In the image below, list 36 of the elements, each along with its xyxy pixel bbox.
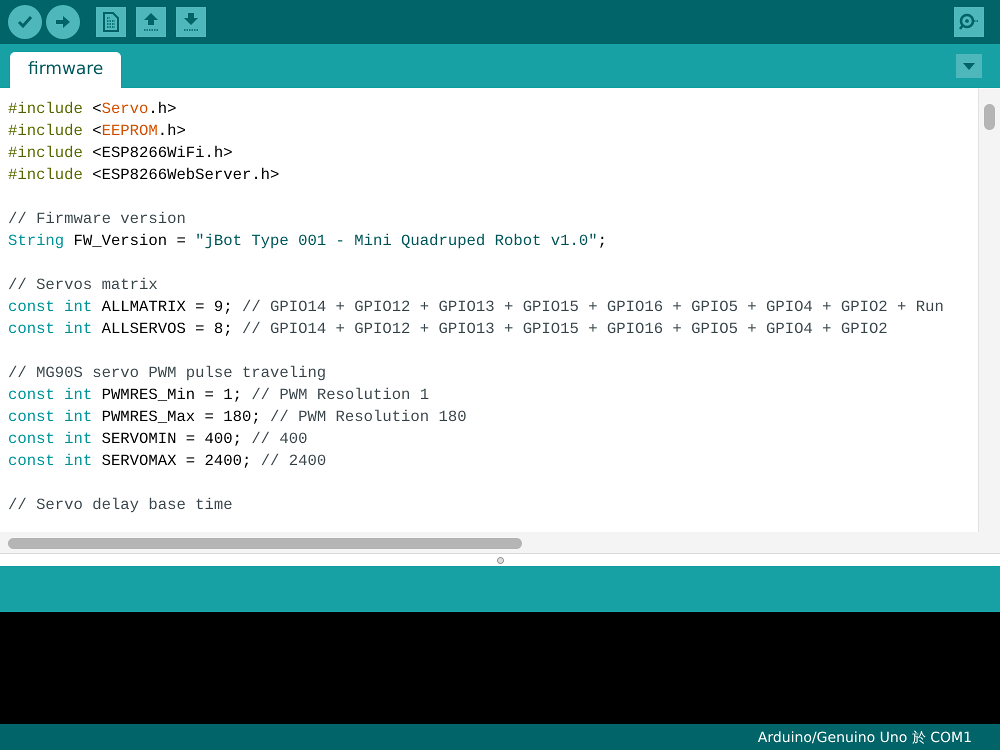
verify-button[interactable] [8, 5, 42, 39]
code-line: const int SERVOMIN = 400; // 400 [8, 429, 308, 450]
tab[interactable]: firmware [10, 52, 122, 88]
code-line: #include <ESP8266WiFi.h> [8, 143, 234, 164]
down-arrow-icon [182, 12, 200, 32]
code-line: // Servo delay base time [8, 495, 234, 516]
magnifier-icon [958, 12, 980, 32]
code-line: const int ALLMATRIX = 9; // GPIO14 + GPIO12 + GPIO13 + GPIO15 + GPIO16 + GPIO5 + GPIO4 + GPIO2 + Run [8, 297, 945, 318]
scrollbar-thumb[interactable] [984, 104, 995, 130]
save-button[interactable] [176, 7, 206, 37]
document-icon [103, 12, 119, 32]
code-line: const int ALLSERVOS = 8; // GPIO14 + GPIO12 + GPIO13 + GPIO15 + GPIO16 + GPIO5 + GPIO4 + GPIO2 [8, 319, 889, 340]
upload-button[interactable] [46, 5, 80, 39]
caret-icon [963, 62, 975, 70]
code-line: #include <Servo.h> [8, 99, 178, 120]
code-line: const int PWMRES_Min = 1; // PWM Resolution 1 [8, 385, 430, 406]
code-line: #include <ESP8266WebServer.h> [8, 165, 280, 186]
up-arrow-icon [142, 12, 160, 32]
horizontal-scrollbar[interactable] [0, 532, 1000, 554]
board-port-label: Arduino/Genuino Uno 於 COM1 [758, 728, 972, 748]
code-line: const int SERVOMAX = 2400; // 2400 [8, 451, 328, 472]
tab-menu-button[interactable] [956, 54, 982, 78]
new-button[interactable] [96, 7, 126, 37]
check-icon [17, 15, 33, 29]
code-line: // Firmware version [8, 209, 187, 230]
serial-monitor-button[interactable] [954, 7, 984, 37]
code-line: const int PWMRES_Max = 180; // PWM Resolution 180 [8, 407, 468, 428]
vertical-scrollbar[interactable] [978, 88, 1000, 532]
code-line: // Servos matrix [8, 275, 159, 296]
code-line: #include <EEPROM.h> [8, 121, 187, 142]
open-button[interactable] [136, 7, 166, 37]
scrollbar-thumb[interactable] [8, 538, 522, 549]
code-line: // MG90S servo PWM pulse traveling [8, 363, 328, 384]
right-arrow-icon [55, 15, 71, 29]
code-line: String FW_Version = "jBot Type 001 - Mini Quadruped Robot v1.0"; [8, 231, 608, 252]
splitter-handle[interactable] [496, 556, 504, 564]
